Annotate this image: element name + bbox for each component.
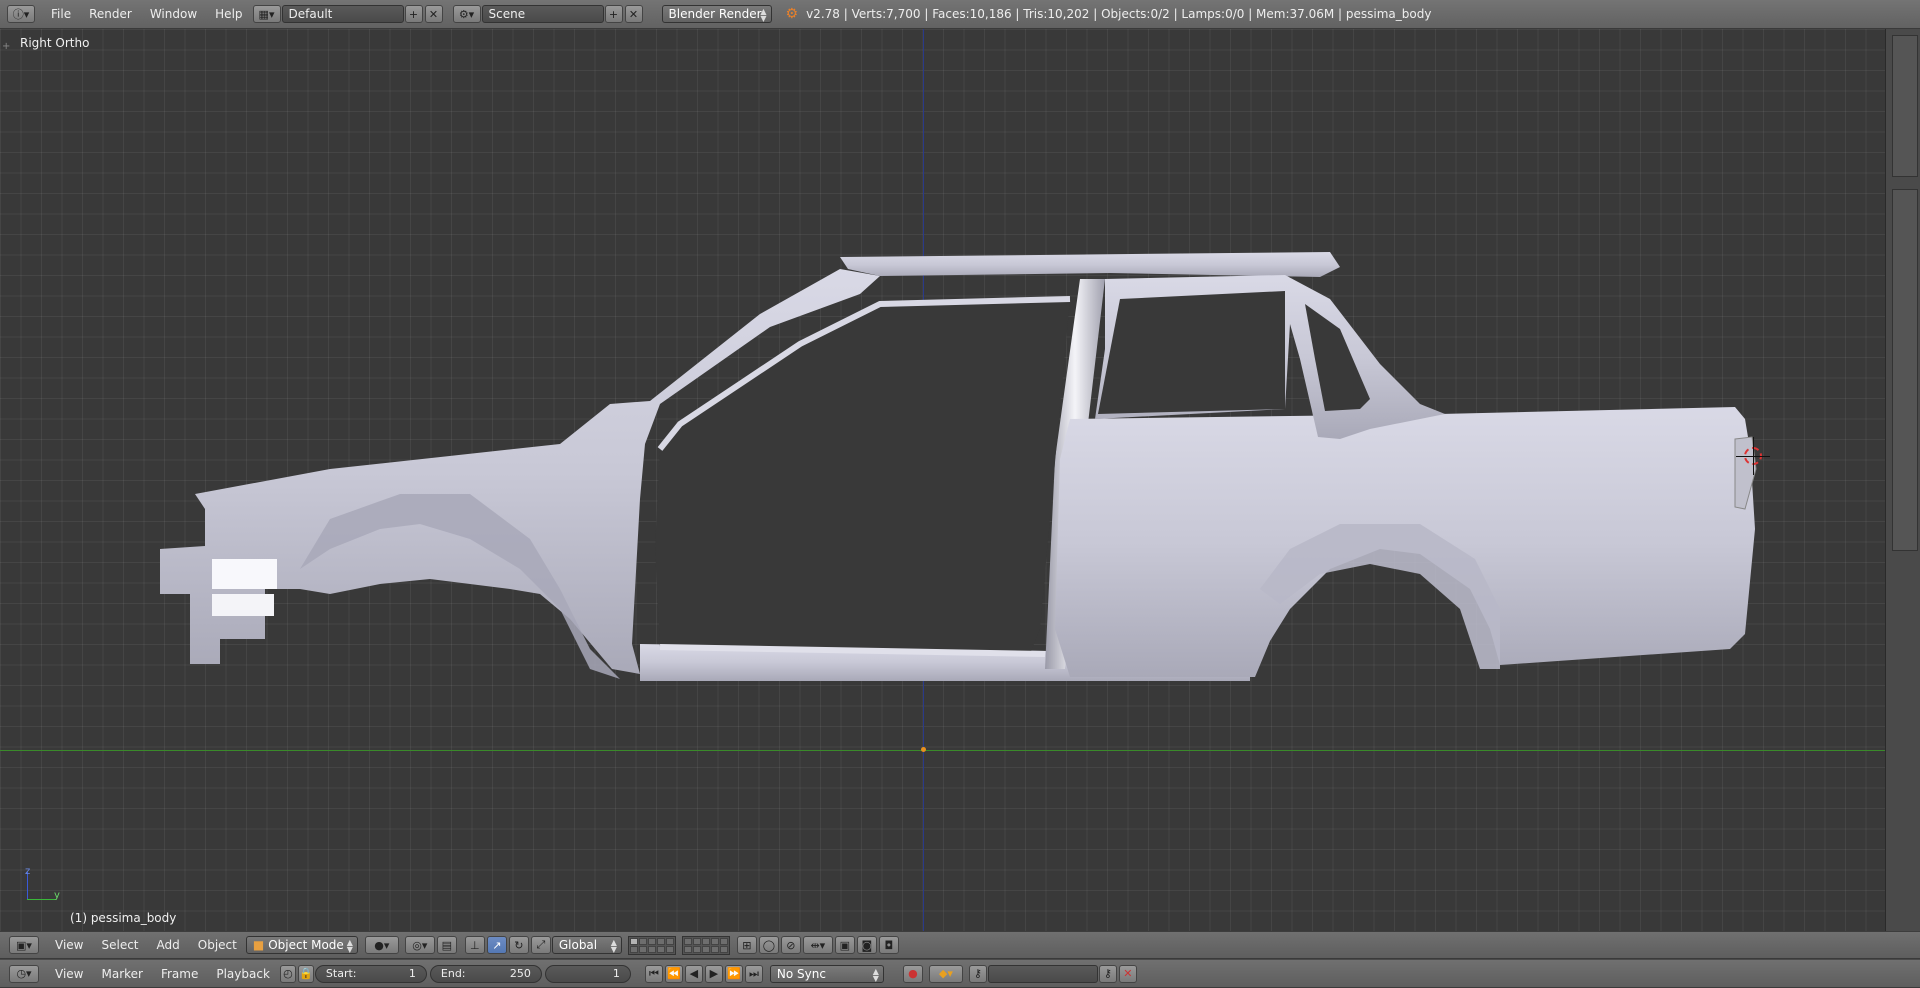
- 3d-cursor-crosshair-v: [1753, 437, 1754, 475]
- menu-select[interactable]: Select: [92, 938, 147, 952]
- viewport-shading-icon[interactable]: ●▾: [364, 936, 399, 954]
- snap-element-icon[interactable]: ⇹▾: [802, 936, 833, 954]
- roof-panel: [840, 252, 1340, 277]
- menu-add[interactable]: Add: [148, 938, 189, 952]
- limit-selection-icon[interactable]: ▤: [436, 936, 457, 954]
- orientation-dropdown[interactable]: Global ▲ ▼: [551, 936, 622, 954]
- menu-file[interactable]: File: [42, 7, 80, 21]
- right-editor-strip[interactable]: [1885, 29, 1920, 931]
- insert-keyframe-icon[interactable]: ⚷: [1098, 964, 1117, 983]
- preview-range-icon[interactable]: ◴: [279, 964, 296, 983]
- sync-label: No Sync: [776, 966, 826, 981]
- current-frame-field[interactable]: 1: [544, 964, 631, 983]
- sync-dropdown[interactable]: No Sync ▲ ▼: [769, 964, 884, 983]
- start-value: 1: [408, 967, 416, 980]
- start-frame-field[interactable]: Start: 1: [314, 964, 427, 983]
- remove-screen-icon[interactable]: ✕: [424, 5, 443, 23]
- timeline-editor-type-icon[interactable]: ◷▾: [9, 964, 39, 983]
- add-scene-icon[interactable]: +: [604, 5, 623, 23]
- keying-set-icon[interactable]: ◆▾: [928, 964, 963, 983]
- headlight: [212, 559, 277, 589]
- timeline-menu-playback[interactable]: Playback: [207, 967, 279, 981]
- active-keying-set-icon[interactable]: ⚷: [968, 964, 987, 983]
- render-engine-dropdown[interactable]: Blender Render ▲ ▼: [661, 5, 772, 23]
- scene-stats: v2.78 | Verts:7,700 | Faces:10,186 | Tri…: [806, 7, 1432, 21]
- layers-group-1[interactable]: [627, 935, 676, 955]
- end-frame-field[interactable]: End: 250: [429, 964, 542, 983]
- jump-keyframe-back-icon[interactable]: ⏪: [664, 964, 683, 983]
- 3d-viewport[interactable]: Right Ortho + z y (1) pessima_body: [0, 29, 1885, 931]
- blender-logo-icon: ⚙: [785, 6, 799, 22]
- info-header: ⓘ▾ File Render Window Help ▦▾ Default + …: [0, 0, 1920, 29]
- timeline-header: ◷▾ View Marker Frame Playback ◴ 🔒 Start:…: [0, 959, 1920, 988]
- editor-type-icon[interactable]: ▣▾: [9, 936, 39, 954]
- mode-label: Object Mode: [268, 938, 344, 952]
- current-frame-value: 1: [612, 967, 620, 980]
- mode-dropdown[interactable]: ■ Object Mode ▲ ▼: [245, 936, 358, 954]
- dropdown-arrows-icon: ▲ ▼: [610, 938, 617, 954]
- delete-keyframe-icon[interactable]: ✕: [1118, 964, 1137, 983]
- render-preview-icon[interactable]: ▣: [834, 936, 855, 954]
- timeline-menu-frame[interactable]: Frame: [152, 967, 207, 981]
- car-body-mesh[interactable]: [0, 29, 1885, 931]
- scale-manipulator-icon[interactable]: ⤢: [530, 936, 551, 954]
- pivot-point-icon[interactable]: ◎▾: [404, 936, 435, 954]
- screen-layout-icon[interactable]: ▦▾: [252, 5, 281, 23]
- properties-edge[interactable]: [1892, 189, 1918, 551]
- keying-set-field[interactable]: [987, 964, 1098, 983]
- info-editor-type-icon[interactable]: ⓘ▾: [7, 5, 35, 23]
- lock-time-icon[interactable]: 🔒: [297, 964, 314, 983]
- scene-field[interactable]: Scene: [481, 5, 604, 23]
- axis-gizmo: z y: [22, 866, 62, 902]
- outliner-edge[interactable]: [1892, 35, 1918, 177]
- menu-render[interactable]: Render: [80, 7, 141, 21]
- end-label: End:: [440, 967, 466, 980]
- add-screen-icon[interactable]: +: [404, 5, 423, 23]
- rotate-manipulator-icon[interactable]: ↻: [508, 936, 529, 954]
- active-object-label: (1) pessima_body: [70, 911, 177, 925]
- menu-window[interactable]: Window: [141, 7, 206, 21]
- jump-end-icon[interactable]: ⏭: [744, 964, 763, 983]
- jump-keyframe-forward-icon[interactable]: ⏩: [724, 964, 743, 983]
- menu-view[interactable]: View: [46, 938, 92, 952]
- manipulator-toggle-icon[interactable]: ⊥: [464, 936, 485, 954]
- dropdown-arrows-icon: ▲ ▼: [760, 7, 767, 23]
- opengl-render-icon[interactable]: ◙: [856, 936, 877, 954]
- proportional-edit-icon[interactable]: ◯: [758, 936, 779, 954]
- orientation-label: Global: [558, 938, 598, 952]
- object-mode-icon: ■: [252, 938, 265, 952]
- menu-help[interactable]: Help: [206, 7, 251, 21]
- record-icon[interactable]: ●: [902, 964, 923, 983]
- render-engine-label: Blender Render: [668, 7, 762, 21]
- start-label: Start:: [325, 967, 357, 980]
- jump-start-icon[interactable]: ⏮: [644, 964, 663, 983]
- dropdown-arrows-icon: ▲ ▼: [872, 966, 879, 983]
- translate-manipulator-icon[interactable]: ↗: [486, 936, 507, 954]
- snap-toggle-icon[interactable]: ⊘: [780, 936, 801, 954]
- rear-door-window: [1098, 291, 1285, 414]
- scene-icon[interactable]: ⚙▾: [452, 5, 481, 23]
- play-reverse-icon[interactable]: ◀: [684, 964, 703, 983]
- timeline-menu-marker[interactable]: Marker: [92, 967, 151, 981]
- axis-z-label: z: [25, 866, 31, 877]
- front-bumper-light: [212, 594, 274, 616]
- remove-scene-icon[interactable]: ✕: [624, 5, 643, 23]
- menu-object[interactable]: Object: [189, 938, 246, 952]
- play-icon[interactable]: ▶: [704, 964, 723, 983]
- screen-layout-field[interactable]: Default: [281, 5, 404, 23]
- opengl-render-anim-icon[interactable]: ◘: [878, 936, 899, 954]
- dropdown-arrows-icon: ▲ ▼: [346, 938, 353, 954]
- 3d-view-header: ▣▾ View Select Add Object ■ Object Mode …: [0, 932, 1920, 959]
- lock-layers-icon[interactable]: ⊞: [736, 936, 757, 954]
- axis-y-label: y: [54, 890, 60, 901]
- timeline-menu-view[interactable]: View: [46, 967, 92, 981]
- layers-group-2[interactable]: [681, 935, 730, 955]
- end-value: 250: [509, 967, 531, 980]
